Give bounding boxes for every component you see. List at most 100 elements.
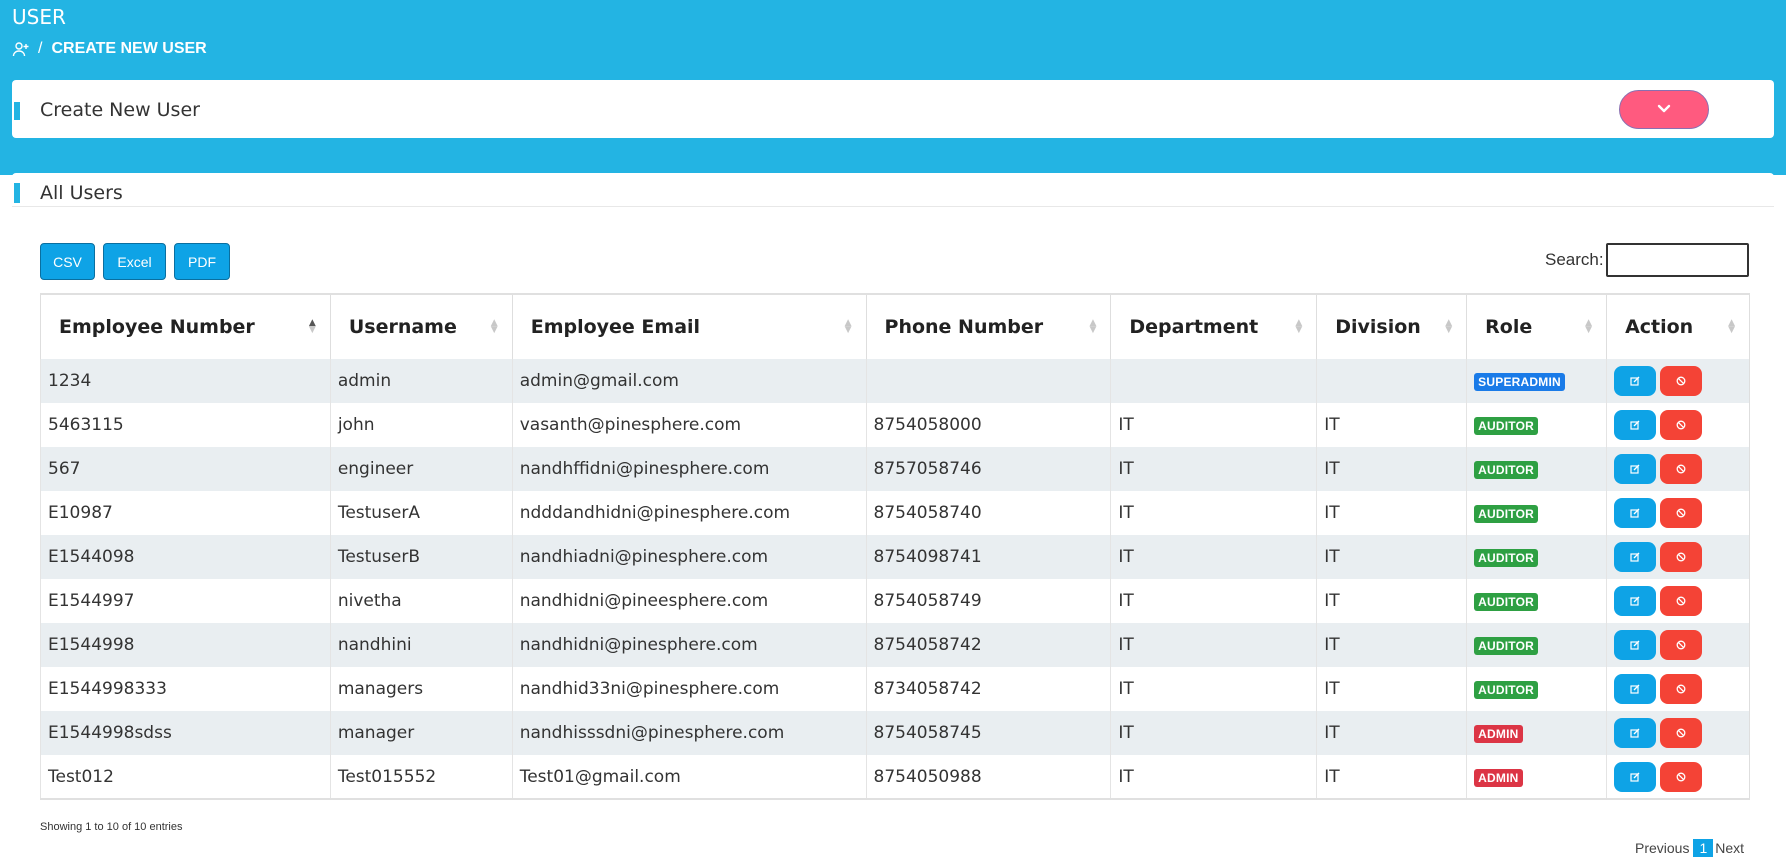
pagination-next[interactable]: Next xyxy=(1715,840,1744,856)
sort-icon: ▲ ▼ xyxy=(308,318,316,335)
block-button[interactable] xyxy=(1660,718,1703,748)
pdf-button[interactable]: PDF xyxy=(174,243,230,280)
cell-role: ADMIN xyxy=(1466,711,1607,755)
breadcrumb-current[interactable]: CREATE NEW USER xyxy=(51,40,206,58)
table-row: E1544998sdss manager nandhisssdni@pinesphe… xyxy=(40,711,1750,755)
expand-toggle-button[interactable] xyxy=(1619,90,1709,129)
edit-button[interactable] xyxy=(1614,630,1657,660)
card-accent xyxy=(14,183,20,203)
column-header-employee-number[interactable]: Employee Number ▲ ▼ xyxy=(40,293,331,359)
user-plus-icon xyxy=(12,40,30,58)
cell-email: Test01@gmail.com xyxy=(511,755,867,800)
ban-icon xyxy=(1676,640,1686,650)
cell-role: AUDITOR xyxy=(1466,667,1607,711)
all-users-title: All Users xyxy=(40,182,123,204)
role-badge: ADMIN xyxy=(1474,725,1523,743)
column-header-phone-number[interactable]: Phone Number ▲ ▼ xyxy=(865,293,1111,359)
role-badge: AUDITOR xyxy=(1474,505,1539,523)
ban-icon xyxy=(1676,376,1686,386)
column-header-label: Phone Number xyxy=(884,316,1044,338)
column-header-role[interactable]: Role ▲ ▼ xyxy=(1466,293,1607,359)
search-input[interactable] xyxy=(1606,243,1749,277)
cell-department: IT xyxy=(1110,579,1317,623)
cell-role: AUDITOR xyxy=(1466,535,1607,579)
sort-icon: ▲ ▼ xyxy=(844,318,852,335)
block-button[interactable] xyxy=(1660,761,1703,792)
cell-role: AUDITOR xyxy=(1466,623,1607,667)
edit-icon xyxy=(1630,508,1640,518)
cell-employee-number: E1544998333 xyxy=(40,667,331,711)
sort-icon: ▲ ▼ xyxy=(1295,318,1303,335)
cell-department xyxy=(1110,359,1317,403)
cell-username: Test015552 xyxy=(329,755,513,800)
table-row: 567 engineer nandhffidni@pinesphere.com 875… xyxy=(40,447,1750,491)
column-header-username[interactable]: Username ▲ ▼ xyxy=(329,293,513,359)
edit-button[interactable] xyxy=(1614,674,1657,704)
column-header-action[interactable]: Action ▲ ▼ xyxy=(1606,293,1750,359)
cell-role: AUDITOR xyxy=(1466,579,1607,623)
edit-button[interactable] xyxy=(1614,498,1657,528)
cell-action xyxy=(1606,623,1750,667)
edit-icon xyxy=(1630,596,1640,606)
pagination: Previous 1 Next xyxy=(1635,839,1744,857)
excel-button[interactable]: Excel xyxy=(103,243,166,280)
cell-action xyxy=(1606,491,1750,535)
cell-division: IT xyxy=(1316,667,1467,711)
cell-division: IT xyxy=(1316,403,1467,447)
cell-phone: 8754050988 xyxy=(865,755,1111,800)
csv-button[interactable]: CSV xyxy=(40,243,95,280)
table-info: Showing 1 to 10 of 10 entries xyxy=(40,821,183,833)
ban-icon xyxy=(1676,420,1686,430)
column-header-employee-email[interactable]: Employee Email ▲ ▼ xyxy=(511,293,867,359)
role-badge: ADMIN xyxy=(1474,768,1523,787)
column-header-label: Role xyxy=(1485,316,1533,338)
edit-button[interactable] xyxy=(1614,454,1657,484)
block-button[interactable] xyxy=(1660,410,1703,440)
block-button[interactable] xyxy=(1660,674,1703,704)
cell-phone: 8757058746 xyxy=(865,447,1111,491)
cell-employee-number: E10987 xyxy=(40,491,331,535)
cell-username: manager xyxy=(329,711,513,755)
cell-department: IT xyxy=(1110,711,1317,755)
edit-button[interactable] xyxy=(1614,542,1657,572)
column-header-label: Action xyxy=(1625,316,1694,338)
cell-division: IT xyxy=(1316,579,1467,623)
breadcrumb-separator: / xyxy=(38,40,43,57)
block-button[interactable] xyxy=(1660,542,1703,572)
pagination-page-1[interactable]: 1 xyxy=(1693,839,1714,857)
cell-username: managers xyxy=(329,667,513,711)
table-row: 1234 admin admin@gmail.com SUPERADMIN xyxy=(40,359,1750,403)
table-row: E1544997 nivetha nandhidni@pineesphere.com… xyxy=(40,579,1750,623)
cell-division: IT xyxy=(1316,491,1467,535)
edit-icon xyxy=(1630,464,1640,474)
edit-button[interactable] xyxy=(1614,761,1657,792)
column-header-department[interactable]: Department ▲ ▼ xyxy=(1110,293,1317,359)
table-row: E1544998 nandhini nandhidni@pinesphere.com… xyxy=(40,623,1750,667)
pagination-previous[interactable]: Previous xyxy=(1635,840,1689,856)
column-header-label: Division xyxy=(1335,316,1421,338)
cell-email: nandhffidni@pinesphere.com xyxy=(511,447,867,491)
block-button[interactable] xyxy=(1660,630,1703,660)
table-row: Test012 Test015552 Test01@gmail.com 8754050… xyxy=(40,755,1750,800)
cell-action xyxy=(1606,579,1750,623)
edit-button[interactable] xyxy=(1614,586,1657,616)
table-row: E1544098 TestuserB nandhiadni@pinesphere.c… xyxy=(40,535,1750,579)
block-button[interactable] xyxy=(1660,498,1703,528)
edit-icon xyxy=(1630,772,1640,782)
cell-action xyxy=(1606,359,1750,403)
cell-action xyxy=(1606,755,1750,800)
table-row: E10987 TestuserA ndddandhidni@pinesphere.c… xyxy=(40,491,1750,535)
block-button[interactable] xyxy=(1660,366,1703,396)
column-header-division[interactable]: Division ▲ ▼ xyxy=(1316,293,1467,359)
edit-button[interactable] xyxy=(1614,366,1657,396)
edit-button[interactable] xyxy=(1614,410,1657,440)
ban-icon xyxy=(1676,596,1686,606)
cell-username: TestuserA xyxy=(329,491,513,535)
edit-button[interactable] xyxy=(1614,718,1657,748)
edit-icon xyxy=(1630,376,1640,386)
table-row: E1544998333 managers nandhid33ni@pinespher… xyxy=(40,667,1750,711)
column-header-label: Employee Email xyxy=(530,316,701,338)
block-button[interactable] xyxy=(1660,586,1703,616)
block-button[interactable] xyxy=(1660,454,1703,484)
role-badge: AUDITOR xyxy=(1474,681,1539,699)
